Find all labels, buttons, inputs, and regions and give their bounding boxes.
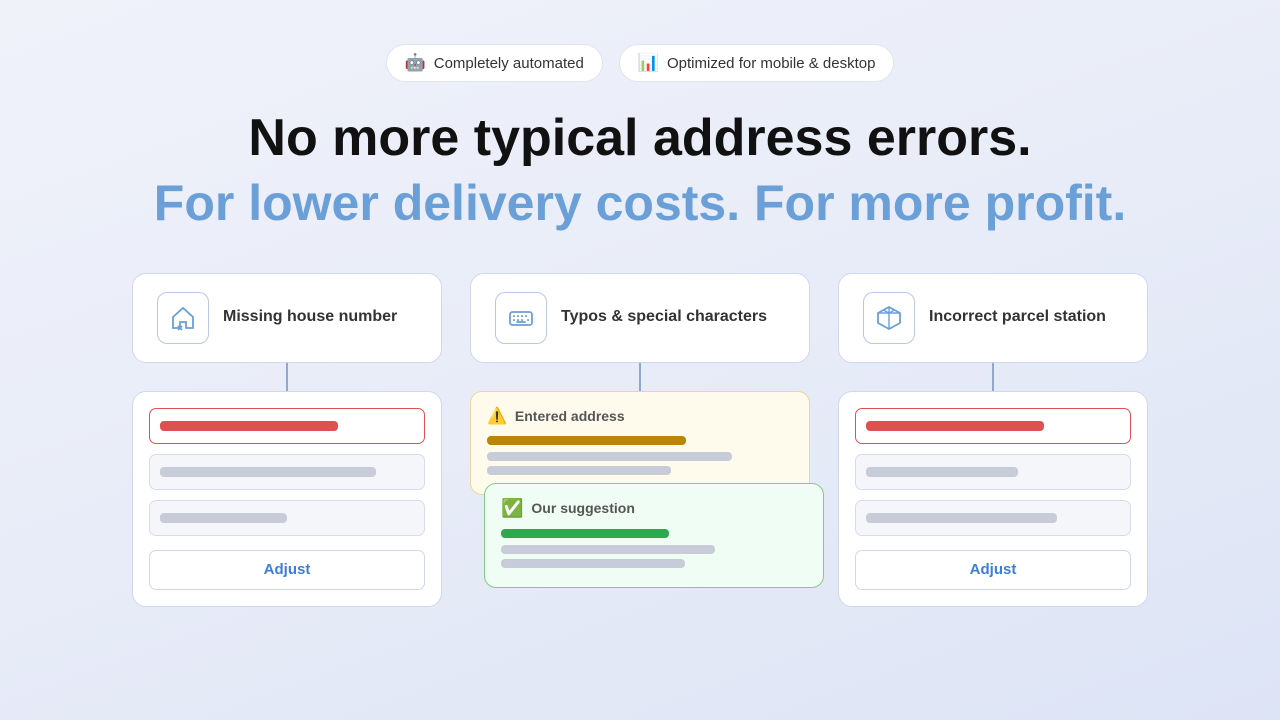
badge-automated: 🤖 Completely automated [386,44,603,82]
form-parcel: Adjust [838,391,1148,607]
card-parcel: Incorrect parcel station Adjust [838,273,1148,607]
bar-red-missing [160,421,338,431]
keyboard-icon-wrap [495,292,547,344]
bar-gray3-parcel [866,467,1018,477]
card-label-parcel: Incorrect parcel station [929,307,1106,328]
gold-bar [487,436,686,445]
input-2-parcel[interactable] [855,454,1131,490]
bar-gray4-parcel [866,513,1057,523]
input-2-missing[interactable] [149,454,425,490]
badge-mobile: 📊 Optimized for mobile & desktop [619,44,895,82]
badges-row: 🤖 Completely automated 📊 Optimized for m… [386,44,895,82]
connector-typos [639,363,641,391]
green-bar [501,529,669,538]
form-missing: Adjust [132,391,442,607]
headline-line2: For lower delivery costs. For more profi… [154,175,1126,233]
form-typos: ⚠️ Entered address ✅ Our suggestion [470,391,810,588]
suggestion-card: ✅ Our suggestion [484,483,824,588]
card-label-typos: Typos & special characters [561,307,767,328]
gray-bar-3 [501,545,715,554]
gray-bar-1 [487,452,732,461]
card-header-typos: Typos & special characters [470,273,810,363]
house-icon-wrap [157,292,209,344]
card-header-missing: Missing house number [132,273,442,363]
input-error-parcel[interactable] [855,408,1131,444]
card-label-missing: Missing house number [223,307,397,328]
connector-parcel [992,363,994,391]
entered-label: Entered address [515,408,625,424]
card-missing-house: Missing house number Adjust [132,273,442,607]
input-3-parcel[interactable] [855,500,1131,536]
badge-automated-label: Completely automated [434,55,584,72]
bar-red-parcel [866,421,1044,431]
gray-bar-2 [487,466,671,475]
badge-mobile-label: Optimized for mobile & desktop [667,55,875,72]
parcel-icon [875,304,903,332]
adjust-button-parcel[interactable]: Adjust [855,550,1131,590]
chart-icon: 📊 [638,53,659,73]
connector-missing [286,363,288,391]
cards-row: Missing house number Adjust [132,273,1148,607]
input-3-missing[interactable] [149,500,425,536]
card-typos: Typos & special characters ⚠️ Entered ad… [470,273,810,588]
robot-icon: 🤖 [405,53,426,73]
suggestion-label: Our suggestion [531,500,634,516]
house-x-icon [169,304,197,332]
parcel-icon-wrap [863,292,915,344]
input-error-missing[interactable] [149,408,425,444]
adjust-button-missing[interactable]: Adjust [149,550,425,590]
check-icon: ✅ [501,498,523,519]
bar-gray1-missing [160,467,376,477]
keyboard-icon [507,304,535,332]
headline-line1: No more typical address errors. [248,110,1031,167]
card-header-parcel: Incorrect parcel station [838,273,1148,363]
entered-address-card: ⚠️ Entered address [470,391,810,495]
warning-icon: ⚠️ [487,406,507,426]
gray-bar-4 [501,559,685,568]
bar-gray2-missing [160,513,287,523]
